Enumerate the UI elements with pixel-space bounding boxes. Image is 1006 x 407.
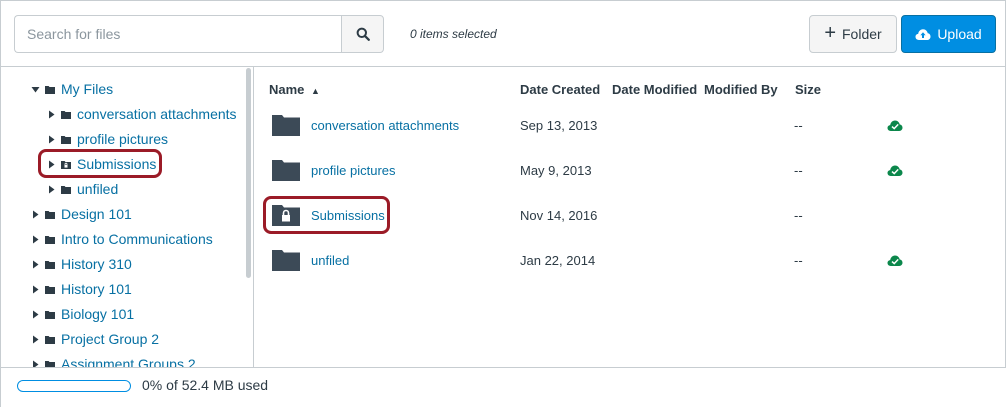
submissions-tree-highlight (38, 149, 162, 178)
plus-icon: + (824, 22, 836, 44)
file-row[interactable]: conversation attachments Sep 13, 2013 -- (255, 104, 1006, 149)
folder-icon (61, 110, 71, 119)
caret-right-icon[interactable] (47, 110, 56, 119)
folder-icon (272, 247, 300, 274)
caret-right-icon[interactable] (47, 135, 56, 144)
tree-item-label: Design 101 (61, 206, 132, 222)
caret-down-icon[interactable] (31, 85, 40, 94)
folder-icon (45, 260, 55, 269)
search-icon (356, 27, 370, 41)
folder-icon (45, 310, 55, 319)
quota-footer: 0% of 52.4 MB used (1, 367, 1006, 407)
search-button[interactable] (341, 15, 384, 53)
folder-tree: My Files conversation attachments profil… (1, 67, 254, 367)
column-header-label: Name (269, 82, 305, 97)
tree-item-label: unfiled (77, 181, 119, 197)
caret-right-icon[interactable] (47, 185, 56, 194)
tree-item-my-files[interactable]: My Files (31, 78, 113, 100)
folder-icon (45, 85, 55, 94)
file-row[interactable]: profile pictures May 9, 2013 -- (255, 149, 1006, 194)
tree-item-label: profile pictures (77, 131, 169, 147)
tree-item-conversation-attachments[interactable]: conversation attachments (47, 103, 237, 125)
published-check-icon[interactable] (887, 253, 903, 270)
quota-progress-bar (17, 380, 131, 392)
file-name-link[interactable]: conversation attachments (311, 118, 459, 133)
files-window: 0 items selected + Folder Upload My File… (0, 0, 1006, 407)
caret-right-icon[interactable] (31, 335, 40, 344)
file-date-created: May 9, 2013 (520, 163, 592, 178)
tree-item-label: conversation attachments (77, 106, 237, 122)
upload-button-label: Upload (937, 26, 982, 42)
tree-item-history-101[interactable]: History 101 (31, 278, 132, 300)
caret-right-icon[interactable] (31, 260, 40, 269)
caret-right-icon[interactable] (31, 360, 40, 367)
file-name-link[interactable]: unfiled (311, 253, 349, 268)
file-size: -- (794, 208, 803, 223)
folder-icon (272, 112, 300, 139)
tree-item-label: History 101 (61, 281, 132, 297)
selected-count: 0 items selected (410, 27, 497, 41)
cloud-upload-icon (915, 28, 931, 40)
folder-icon (61, 185, 71, 194)
tree-item-design-101[interactable]: Design 101 (31, 203, 132, 225)
published-check-icon[interactable] (887, 163, 903, 180)
caret-right-icon[interactable] (31, 310, 40, 319)
file-date-created: Nov 14, 2016 (520, 208, 598, 223)
sort-ascending-icon: ▲ (311, 86, 320, 96)
tree-item-label: Project Group 2 (61, 331, 160, 347)
tree-item-profile-pictures[interactable]: profile pictures (47, 128, 168, 150)
file-list-header: Name ▲ Date Created Date Modified Modifi… (255, 68, 1006, 108)
quota-text: 0% of 52.4 MB used (142, 377, 269, 393)
submissions-row-highlight (263, 196, 390, 234)
file-size: -- (794, 118, 803, 133)
tree-item-intro-to-communications[interactable]: Intro to Communications (31, 228, 213, 250)
column-header-date-created[interactable]: Date Created (520, 82, 600, 97)
tree-item-label: Intro to Communications (61, 231, 213, 247)
file-name-link[interactable]: profile pictures (311, 163, 396, 178)
tree-item-label: History 310 (61, 256, 132, 272)
file-row[interactable]: unfiled Jan 22, 2014 -- (255, 239, 1006, 284)
file-size: -- (794, 163, 803, 178)
folder-icon (272, 157, 300, 184)
folder-icon (45, 210, 55, 219)
tree-item-biology-101[interactable]: Biology 101 (31, 303, 134, 325)
column-header-size[interactable]: Size (795, 82, 821, 97)
files-toolbar: 0 items selected + Folder Upload (1, 1, 1006, 67)
folder-button-label: Folder (842, 26, 882, 42)
column-header-date-modified[interactable]: Date Modified (612, 82, 697, 97)
tree-item-history-310[interactable]: History 310 (31, 253, 132, 275)
tree-item-unfiled[interactable]: unfiled (47, 178, 118, 200)
caret-right-icon[interactable] (31, 210, 40, 219)
tree-item-project-group-2[interactable]: Project Group 2 (31, 328, 159, 350)
folder-icon (45, 285, 55, 294)
folder-icon (45, 335, 55, 344)
tree-item-label: Assignment Groups 2 (61, 356, 196, 367)
column-header-name[interactable]: Name ▲ (269, 82, 320, 97)
caret-right-icon[interactable] (31, 285, 40, 294)
published-check-icon[interactable] (887, 118, 903, 135)
column-header-modified-by[interactable]: Modified By (704, 82, 778, 97)
search-input[interactable] (14, 15, 342, 53)
tree-scrollbar[interactable] (246, 68, 251, 278)
file-size: -- (794, 253, 803, 268)
file-date-created: Sep 13, 2013 (520, 118, 598, 133)
add-folder-button[interactable]: + Folder (809, 15, 897, 53)
caret-right-icon[interactable] (31, 235, 40, 244)
folder-icon (61, 135, 71, 144)
tree-item-assignment-groups-2[interactable]: Assignment Groups 2 (31, 353, 196, 367)
upload-button[interactable]: Upload (901, 15, 996, 53)
tree-item-label: Biology 101 (61, 306, 135, 322)
tree-item-label: My Files (61, 81, 114, 97)
folder-icon (45, 360, 55, 367)
file-date-created: Jan 22, 2014 (520, 253, 596, 268)
folder-icon (45, 235, 55, 244)
